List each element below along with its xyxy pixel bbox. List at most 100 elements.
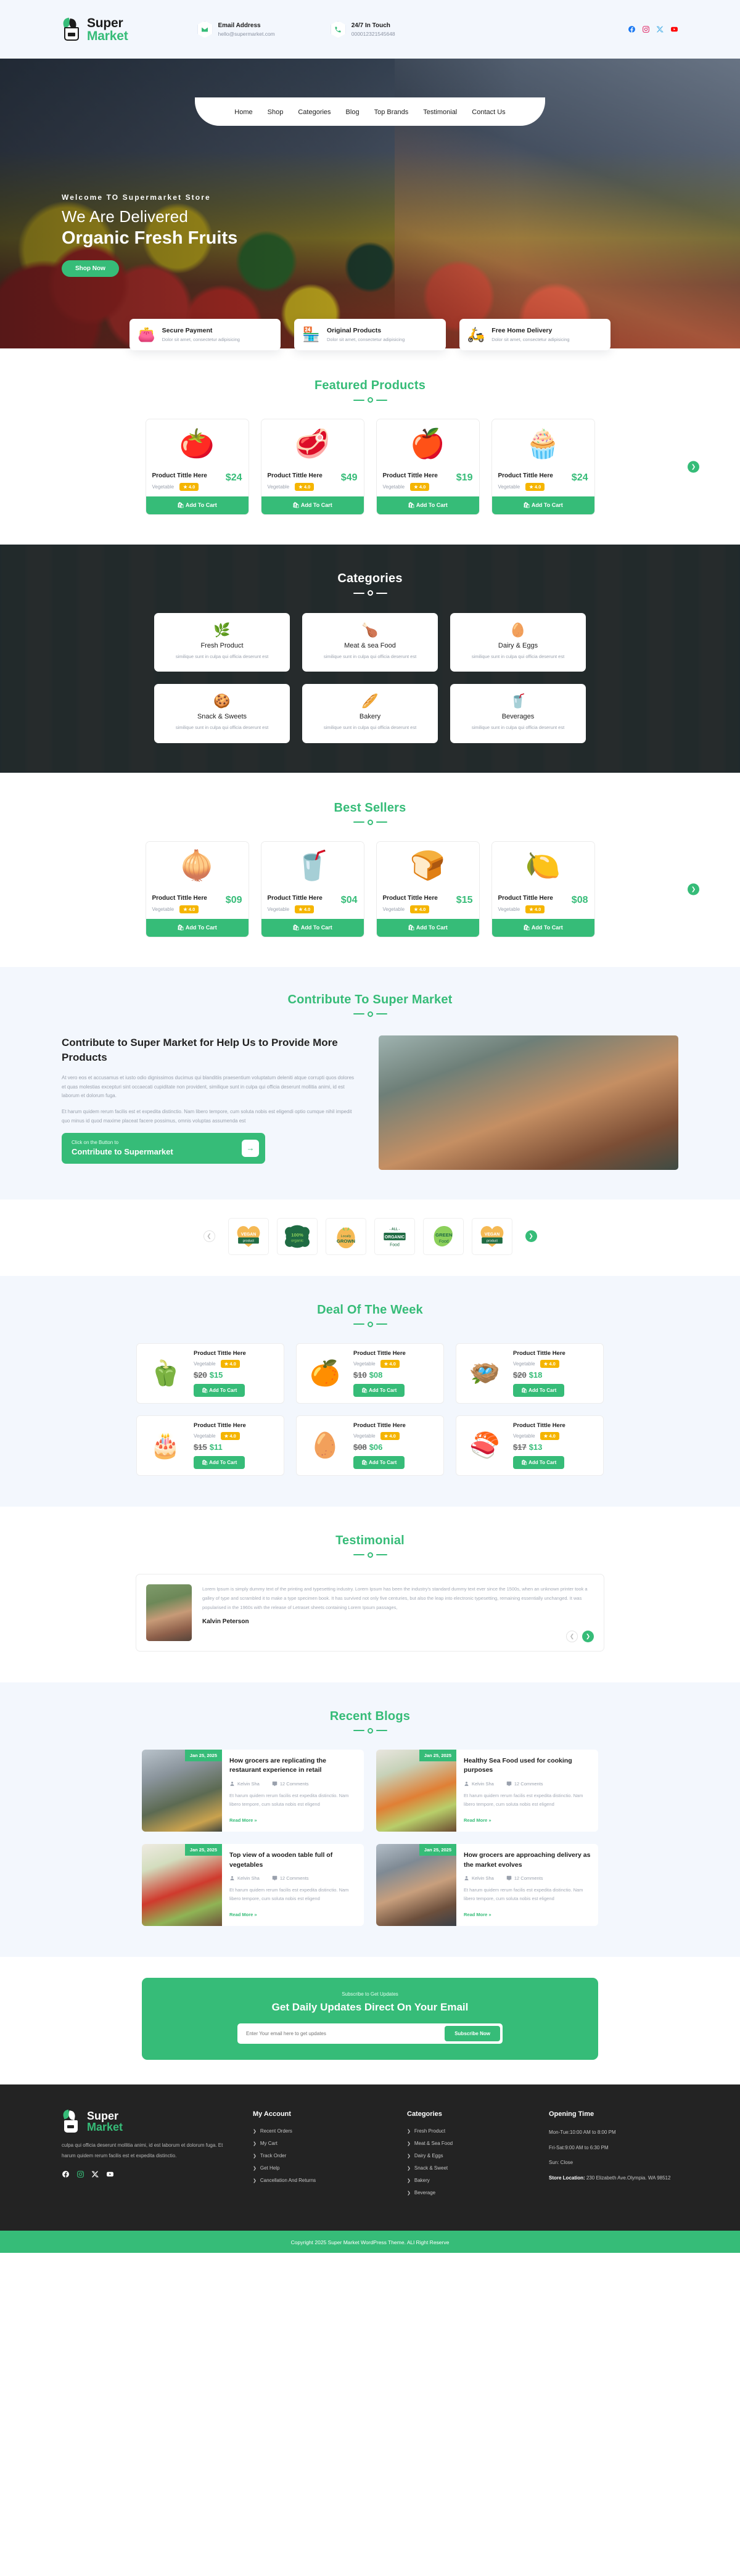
footer-link-fresh-product[interactable]: ❯ Fresh Product — [407, 2128, 524, 2134]
nav-item-contact-us[interactable]: Contact Us — [472, 109, 505, 116]
svg-text:ORGANIC: ORGANIC — [384, 1235, 405, 1240]
footer-link-bakery[interactable]: ❯ Bakery — [407, 2178, 524, 2183]
deal-card[interactable]: 🫑 Product Tittle Here Vegetable ★ 4.0 $2… — [136, 1343, 284, 1404]
category-card-bakery[interactable]: 🥖 Bakery similique sunt in culpa qui off… — [302, 684, 438, 743]
deal-card[interactable]: 🪺 Product Tittle Here Vegetable ★ 4.0 $2… — [456, 1343, 604, 1404]
product-card[interactable]: 🍞 Product Tittle Here Vegetable ★ 4.0 $1… — [376, 841, 480, 937]
add-to-cart-button[interactable]: 🛍 Add To Cart — [146, 918, 249, 937]
shop-now-button[interactable]: Shop Now — [62, 260, 119, 278]
product-price: $24 — [225, 472, 242, 483]
envelope-icon — [197, 20, 213, 38]
carousel-next-button[interactable]: ❯ — [688, 883, 699, 895]
add-to-cart-button[interactable]: 🛍 Add To Cart — [261, 496, 364, 514]
category-card-fresh-product[interactable]: 🌿 Fresh Product similique sunt in culpa … — [154, 613, 290, 672]
subscribe-button[interactable]: Subscribe Now — [445, 2026, 500, 2041]
read-more-link[interactable]: Read More » — [229, 1912, 257, 1917]
email-contact[interactable]: Email Address hello@supermarket.com — [197, 20, 275, 38]
contribute-button[interactable]: Click on the Button to Contribute to Sup… — [62, 1132, 265, 1164]
add-to-cart-button[interactable]: 🛍 Add To Cart — [513, 1383, 565, 1397]
testimonial-prev-button[interactable]: ❮ — [566, 1630, 578, 1642]
add-to-cart-button[interactable]: 🛍 Add To Cart — [194, 1383, 245, 1397]
brands-next-button[interactable]: ❯ — [525, 1230, 537, 1242]
nav-item-categories[interactable]: Categories — [298, 109, 331, 116]
product-card[interactable]: 🥩 Product Tittle Here Vegetable ★ 4.0 $4… — [260, 419, 364, 515]
phone-contact[interactable]: 24/7 In Touch 000012321545648 — [330, 20, 395, 38]
deal-card[interactable]: 🍊 Product Tittle Here Vegetable ★ 4.0 $1… — [296, 1343, 444, 1404]
x-twitter-icon[interactable] — [91, 2170, 99, 2181]
category-desc: similique sunt in culpa qui officia dese… — [471, 725, 565, 731]
brands-prev-button[interactable]: ❮ — [203, 1230, 215, 1242]
product-card[interactable]: 🍅 Product Tittle Here Vegetable ★ 4.0 $2… — [145, 419, 249, 515]
category-card-snack-sweets[interactable]: 🍪 Snack & Sweets similique sunt in culpa… — [154, 684, 290, 743]
product-card[interactable]: 🍎 Product Tittle Here Vegetable ★ 4.0 $1… — [376, 419, 480, 515]
carousel-next-button[interactable]: ❯ — [688, 461, 699, 473]
feature-card-secure-payment[interactable]: 👛 Secure Payment Dolor sit amet, consect… — [130, 319, 281, 350]
brand-logo-100-organic[interactable]: 100% organic — [276, 1217, 318, 1255]
feature-card-original-products[interactable]: 🏪 Original Products Dolor sit amet, cons… — [294, 319, 446, 350]
chevron-right-icon: ❯ — [407, 2191, 411, 2195]
product-card[interactable]: 🍋 Product Tittle Here Vegetable ★ 4.0 $0… — [491, 841, 595, 937]
blog-card[interactable]: Jan 25, 2025 How grocers are approaching… — [376, 1843, 598, 1926]
youtube-icon[interactable] — [106, 2170, 114, 2181]
instagram-icon[interactable] — [641, 25, 650, 34]
nav-item-home[interactable]: Home — [234, 109, 252, 116]
footer-logo[interactable]: Super Market — [62, 2109, 228, 2133]
site-logo[interactable]: Super Market — [62, 17, 128, 43]
brand-logo-green-food[interactable]: GREEN Food — [422, 1217, 464, 1255]
add-to-cart-button[interactable]: 🛍 Add To Cart — [376, 496, 479, 514]
add-to-cart-button[interactable]: 🛍 Add To Cart — [376, 918, 479, 937]
blog-card[interactable]: Jan 25, 2025 Top view of a wooden table … — [142, 1843, 364, 1926]
add-to-cart-button[interactable]: 🛍 Add To Cart — [491, 496, 594, 514]
footer-link-dairy-eggs[interactable]: ❯ Dairy & Eggs — [407, 2153, 524, 2158]
feature-card-free-home-delivery[interactable]: 🛵 Free Home Delivery Dolor sit amet, con… — [459, 319, 610, 350]
read-more-link[interactable]: Read More » — [464, 1817, 491, 1823]
read-more-link[interactable]: Read More » — [464, 1912, 491, 1917]
blog-card[interactable]: Jan 25, 2025 Healthy Sea Food used for c… — [376, 1749, 598, 1832]
category-card-dairy-eggs[interactable]: 🥚 Dairy & Eggs similique sunt in culpa q… — [450, 613, 586, 672]
deal-card[interactable]: 🎂 Product Tittle Here Vegetable ★ 4.0 $1… — [136, 1415, 284, 1476]
category-card-meat-sea-food[interactable]: 🍗 Meat & sea Food similique sunt in culp… — [302, 613, 438, 672]
instagram-icon[interactable] — [76, 2170, 84, 2181]
page-title: Best Sellers — [334, 800, 406, 815]
nav-item-testimonial[interactable]: Testimonial — [423, 109, 457, 116]
newsletter-email-input[interactable] — [240, 2026, 445, 2041]
add-to-cart-button[interactable]: 🛍 Add To Cart — [353, 1383, 405, 1397]
footer-link-track-order[interactable]: ❯ Track Order — [253, 2153, 382, 2158]
nav-item-top-brands[interactable]: Top Brands — [374, 109, 409, 116]
footer-link-my-cart[interactable]: ❯ My Cart — [253, 2141, 382, 2146]
x-twitter-icon[interactable] — [656, 25, 664, 34]
add-to-cart-button[interactable]: 🛍 Add To Cart — [513, 1455, 565, 1469]
category-card-beverages[interactable]: 🥤 Beverages similique sunt in culpa qui … — [450, 684, 586, 743]
add-to-cart-button[interactable]: 🛍 Add To Cart — [491, 918, 594, 937]
product-card[interactable]: 🧅 Product Tittle Here Vegetable ★ 4.0 $0… — [145, 841, 249, 937]
deal-card[interactable]: 🍣 Product Tittle Here Vegetable ★ 4.0 $1… — [456, 1415, 604, 1476]
add-to-cart-button[interactable]: 🛍 Add To Cart — [353, 1455, 405, 1469]
add-to-cart-button[interactable]: 🛍 Add To Cart — [261, 918, 364, 937]
blog-card[interactable]: Jan 25, 2025 How grocers are replicating… — [142, 1749, 364, 1832]
testimonial-quote: Lorem Ipsum is simply dummy text of the … — [202, 1586, 588, 1610]
deal-category: Vegetable — [194, 1360, 216, 1367]
footer-link-snack-sweet[interactable]: ❯ Snack & Sweet — [407, 2165, 524, 2171]
footer-link-beverage[interactable]: ❯ Beverage — [407, 2190, 524, 2195]
brand-logo-all-organic-food[interactable]: - ALL - ORGANIC Food — [374, 1217, 415, 1255]
add-to-cart-button[interactable]: 🛍 Add To Cart — [146, 496, 249, 514]
product-card[interactable]: 🥤 Product Tittle Here Vegetable ★ 4.0 $0… — [260, 841, 364, 937]
testimonial-next-button[interactable]: ❯ — [582, 1630, 594, 1642]
add-to-cart-button[interactable]: 🛍 Add To Cart — [194, 1455, 245, 1469]
deal-card[interactable]: 🥚 Product Tittle Here Vegetable ★ 4.0 $0… — [296, 1415, 444, 1476]
facebook-icon[interactable] — [62, 2170, 70, 2181]
brand-logo-locally-grown[interactable]: Locally GROWN — [325, 1217, 366, 1255]
nav-item-shop[interactable]: Shop — [268, 109, 284, 116]
footer-link-get-help[interactable]: ❯ Get Help — [253, 2165, 382, 2171]
facebook-icon[interactable] — [627, 25, 636, 34]
read-more-link[interactable]: Read More » — [229, 1817, 257, 1823]
youtube-icon[interactable] — [670, 25, 678, 34]
brand-logo-vegan-product-2[interactable]: VEGAN product — [471, 1217, 512, 1255]
footer-link-meat-sea-food[interactable]: ❯ Meat & Sea Food — [407, 2141, 524, 2146]
testimonial-author: Kalvin Peterson — [202, 1618, 249, 1625]
footer-link-cancellation-returns[interactable]: ❯ Cancellation And Returns — [253, 2178, 382, 2183]
footer-link-recent-orders[interactable]: ❯ Recent Orders — [253, 2128, 382, 2134]
nav-item-blog[interactable]: Blog — [346, 109, 360, 116]
brand-logo-vegan-product[interactable]: VEGAN product — [228, 1217, 269, 1255]
product-card[interactable]: 🧁 Product Tittle Here Vegetable ★ 4.0 $2… — [491, 419, 595, 515]
